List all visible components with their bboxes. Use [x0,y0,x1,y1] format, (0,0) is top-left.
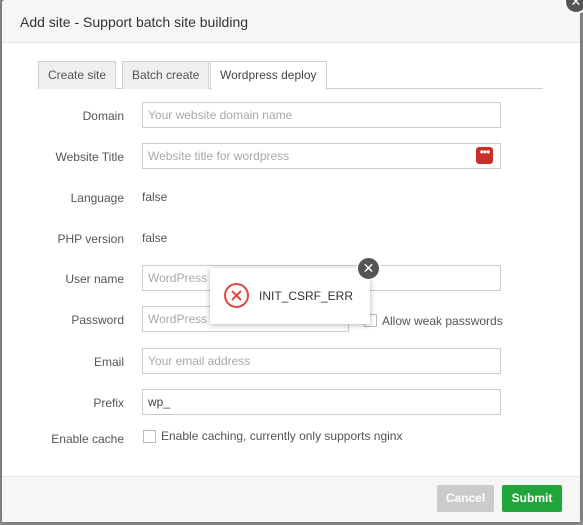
submit-button[interactable]: Submit [502,485,562,512]
enable-cache-label: Enable cache [51,432,124,446]
site-title-label: Website Title [55,150,124,164]
domain-input[interactable] [142,102,501,128]
prefix-label: Prefix [93,396,124,410]
user-name-label: User name [65,272,124,286]
toast-close-icon[interactable]: ✕ [356,256,381,281]
dialog-header: Add site - Support batch site building [2,0,580,43]
prefix-input[interactable] [142,389,501,415]
site-title-input[interactable] [142,143,501,169]
email-input[interactable] [142,348,501,374]
tab-wordpress-deploy[interactable]: Wordpress deploy [210,61,327,90]
tab-bar: Create site Batch create Wordpress deplo… [38,61,543,90]
domain-label: Domain [82,109,124,123]
error-toast: INIT_CSRF_ERR ✕ [210,256,381,324]
tab-create-site[interactable]: Create site [38,61,117,89]
enable-cache-checkbox[interactable] [143,430,156,443]
dialog-footer: Cancel Submit [2,476,580,522]
password-label: Password [71,313,124,327]
dialog-title: Add site - Support batch site building [20,14,249,30]
error-message: INIT_CSRF_ERR [259,289,354,303]
php-version-value: false [142,231,168,245]
add-site-dialog: Add site - Support batch site building ✕… [2,0,583,522]
cancel-button[interactable]: Cancel [437,485,494,512]
allow-weak-passwords-label: Allow weak passwords [382,314,503,328]
language-label: Language [70,191,124,205]
password-manager-icon[interactable]: ••• [476,146,493,164]
site-title-field: ••• [142,143,501,169]
php-version-label: PHP version [57,232,124,246]
error-x-icon [224,283,249,308]
tab-batch-create[interactable]: Batch create [122,61,210,89]
language-value: false [142,190,168,204]
enable-cache-checkbox-label: Enable caching, currently only supports … [161,429,403,443]
email-label: Email [93,355,124,369]
